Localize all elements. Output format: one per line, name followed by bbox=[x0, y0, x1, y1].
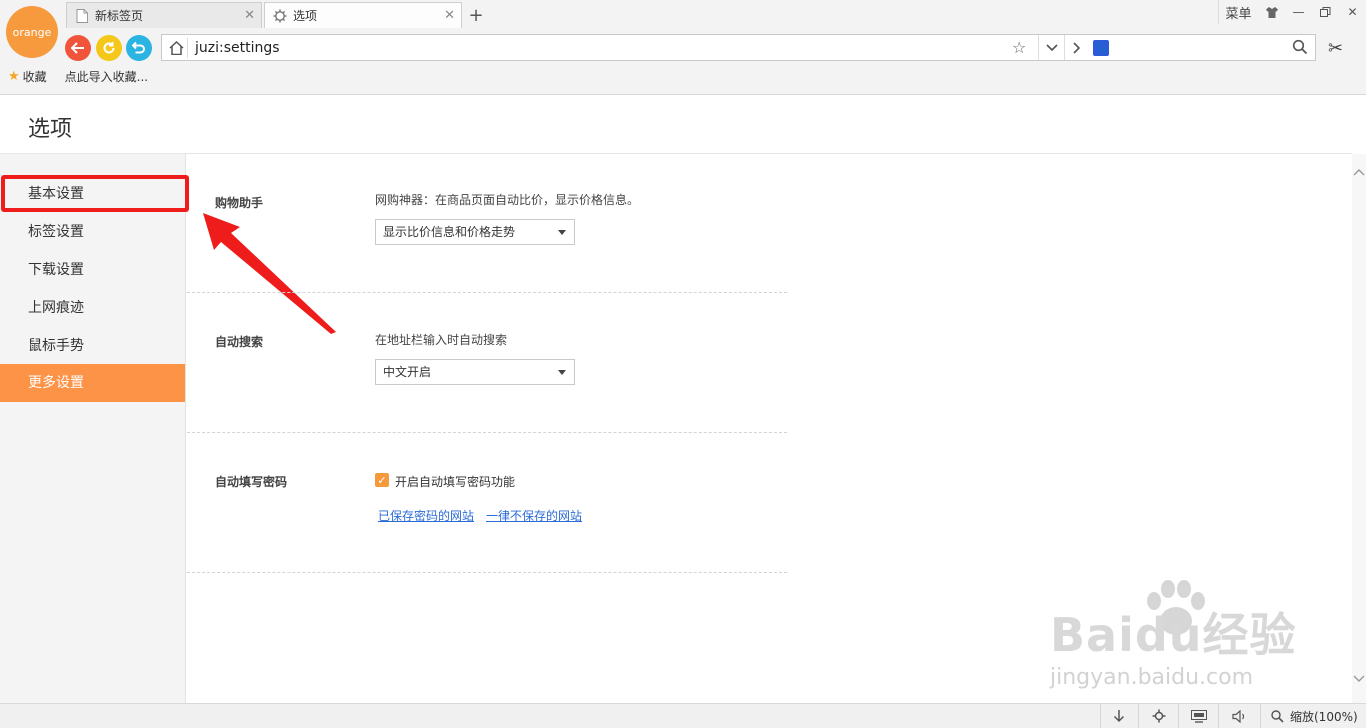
auto-search-select[interactable]: 中文开启 bbox=[375, 359, 575, 385]
scroll-up-icon[interactable] bbox=[1353, 165, 1365, 179]
page-title: 选项 bbox=[28, 117, 73, 142]
sidebar-item-history[interactable]: 上网痕迹 bbox=[0, 289, 185, 327]
page-icon bbox=[75, 8, 89, 23]
tab-options[interactable]: 选项 ✕ bbox=[264, 2, 462, 28]
divider bbox=[1218, 704, 1219, 728]
zoom-level[interactable]: 缩放(100%) bbox=[1290, 708, 1358, 725]
home-icon[interactable] bbox=[166, 38, 188, 58]
back-button[interactable] bbox=[65, 35, 91, 61]
tab-label: 选项 bbox=[293, 9, 318, 23]
divider bbox=[1260, 704, 1261, 728]
tab-label: 新标签页 bbox=[95, 9, 144, 23]
section-label: 自动搜索 bbox=[215, 335, 264, 349]
restore-icon[interactable] bbox=[1312, 0, 1339, 24]
caret-down-icon bbox=[558, 230, 566, 235]
checkbox-label[interactable]: 开启自动填写密码功能 bbox=[395, 473, 515, 490]
autofill-checkbox[interactable]: ✓ bbox=[375, 473, 389, 487]
divider bbox=[1138, 704, 1139, 728]
close-window-icon[interactable]: ✕ bbox=[1339, 0, 1366, 24]
menu-button[interactable]: 菜单 bbox=[1218, 0, 1258, 24]
search-engine-icon[interactable]: 🐾 bbox=[1093, 40, 1109, 56]
import-bookmarks-link[interactable]: 点此导入收藏... bbox=[65, 68, 148, 85]
tab-new-tab[interactable]: 新标签页 ✕ bbox=[66, 2, 262, 28]
undo-close-button[interactable] bbox=[126, 35, 152, 61]
url-text[interactable]: juzi:settings bbox=[195, 40, 280, 56]
search-icon[interactable] bbox=[1292, 39, 1308, 55]
chevron-down-icon[interactable] bbox=[1038, 35, 1064, 60]
close-icon[interactable]: ✕ bbox=[244, 8, 255, 23]
baidu-watermark: Baidu经验 jingyan.baidu.com bbox=[1050, 580, 1300, 695]
section-description: 在地址栏输入时自动搜索 bbox=[375, 333, 508, 347]
favorites-link[interactable]: 收藏 bbox=[23, 68, 47, 85]
sidebar-item-mouse-gestures[interactable]: 鼠标手势 bbox=[0, 327, 185, 365]
volume-icon[interactable] bbox=[1230, 708, 1248, 724]
section-shopping-assistant: 购物助手 网购神器：在商品页面自动比价，显示价格信息。 显示比价信息和价格走势 bbox=[187, 154, 787, 293]
address-bar[interactable]: juzi:settings ☆ 🐾 bbox=[161, 34, 1316, 61]
shopping-assistant-select[interactable]: 显示比价信息和价格走势 bbox=[375, 219, 575, 245]
divider bbox=[1100, 704, 1101, 728]
section-label: 自动填写密码 bbox=[215, 475, 288, 489]
select-value: 显示比价信息和价格走势 bbox=[383, 225, 516, 239]
section-label: 购物助手 bbox=[215, 196, 264, 210]
minimize-icon[interactable]: — bbox=[1285, 0, 1312, 24]
watermark-text: Baidu经验 bbox=[1050, 608, 1297, 662]
sidebar-item-download[interactable]: 下载设置 bbox=[0, 251, 185, 289]
divider bbox=[1178, 704, 1179, 728]
bookmark-star-icon[interactable]: ☆ bbox=[1012, 38, 1026, 57]
bookmarks-bar: ★ 收藏 点此导入收藏... bbox=[8, 68, 148, 85]
zoom-icon[interactable] bbox=[1268, 708, 1286, 724]
refresh-button[interactable] bbox=[96, 35, 122, 61]
section-autofill-password: 自动填写密码 ✓ 开启自动填写密码功能 已保存密码的网站 一律不保存的网站 bbox=[187, 433, 787, 573]
favorites-star-icon: ★ bbox=[8, 69, 20, 84]
watermark-url: jingyan.baidu.com bbox=[1050, 665, 1254, 690]
browser-chrome: orange 新标签页 ✕ 选项 ✕ + 菜单 — ✕ juzi:setting… bbox=[0, 0, 1366, 95]
skin-icon[interactable] bbox=[1258, 0, 1285, 24]
scrollbar[interactable] bbox=[1352, 154, 1366, 703]
screen-icon[interactable] bbox=[1190, 708, 1208, 724]
download-icon[interactable] bbox=[1110, 708, 1128, 724]
sidebar-item-tabs[interactable]: 标签设置 bbox=[0, 213, 185, 251]
window-controls: 菜单 — ✕ bbox=[1218, 0, 1366, 24]
section-auto-search: 自动搜索 在地址栏输入时自动搜索 中文开启 bbox=[187, 293, 787, 433]
gear-icon bbox=[273, 9, 287, 23]
caret-down-icon bbox=[558, 370, 566, 375]
never-save-link[interactable]: 一律不保存的网站 bbox=[486, 507, 582, 524]
status-bar: 缩放(100%) bbox=[0, 703, 1366, 728]
settings-sidebar: 基本设置 标签设置 下载设置 上网痕迹 鼠标手势 更多设置 bbox=[0, 154, 186, 703]
scroll-down-icon[interactable] bbox=[1353, 672, 1365, 686]
highlight-annotation-box bbox=[1, 175, 189, 212]
close-icon[interactable]: ✕ bbox=[444, 8, 455, 23]
orange-logo: orange bbox=[6, 6, 58, 58]
chevron-right-icon[interactable] bbox=[1064, 35, 1088, 60]
new-tab-button[interactable]: + bbox=[465, 4, 487, 26]
sidebar-item-more[interactable]: 更多设置 bbox=[0, 364, 185, 402]
select-value: 中文开启 bbox=[383, 365, 432, 379]
saved-passwords-link[interactable]: 已保存密码的网站 bbox=[378, 507, 474, 524]
section-description: 网购神器：在商品页面自动比价，显示价格信息。 bbox=[375, 193, 640, 207]
settings-icon[interactable] bbox=[1150, 708, 1168, 724]
scissors-icon[interactable]: ✂ bbox=[1328, 38, 1343, 59]
